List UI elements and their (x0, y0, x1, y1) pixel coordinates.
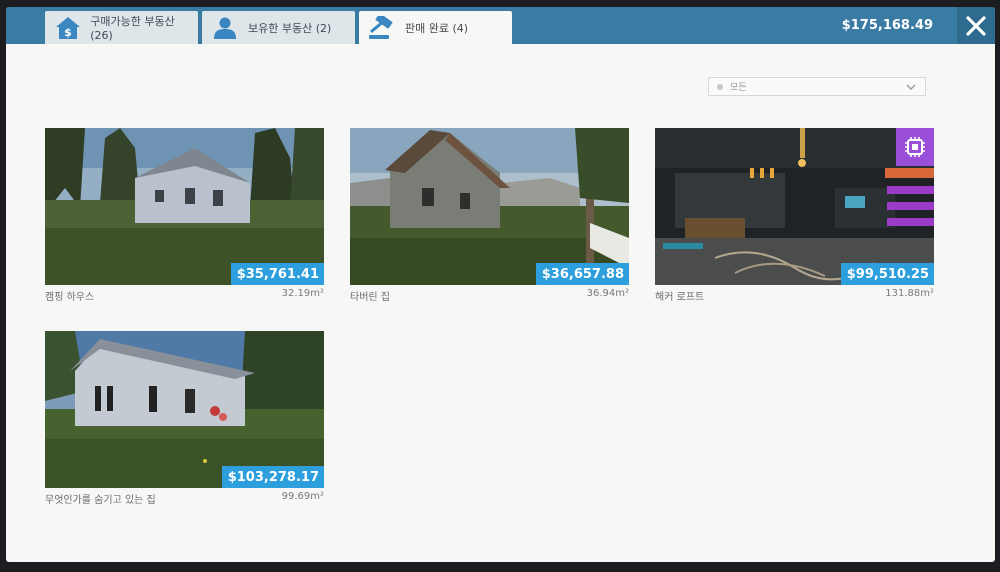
top-bar: $ 구매가능한 부동산 (26) 보유한 부동산 (2) 판매 완료 (4) $… (6, 7, 995, 44)
sales-window: $ 구매가능한 부동산 (26) 보유한 부동산 (2) 판매 완료 (4) $… (6, 7, 995, 562)
balance-display: $175,168.49 (841, 18, 933, 33)
house-dollar-icon: $ (53, 15, 82, 41)
tab-label: 구매가능한 부동산 (26) (90, 15, 175, 42)
gavel-icon (367, 15, 397, 41)
property-name: 해커 로프트 (655, 292, 705, 303)
property-thumbnail: $99,510.25 (655, 128, 934, 285)
property-name: 무엇인가를 숨기고 있는 집 (45, 495, 156, 506)
property-area: 36.94m² (586, 288, 629, 299)
tab-label: 보유한 부동산 (2) (248, 21, 332, 35)
tab-available-properties[interactable]: $ 구매가능한 부동산 (26) (45, 11, 198, 44)
property-thumbnail: $36,657.88 (350, 128, 629, 285)
price-tag: $35,761.41 (230, 263, 324, 285)
user-icon (210, 15, 240, 41)
chevron-down-icon (906, 84, 916, 90)
dot-icon (717, 83, 723, 90)
property-thumbnail: $35,761.41 (45, 128, 324, 285)
tab-sold[interactable]: 판매 완료 (4) (359, 11, 512, 44)
property-area: 99.69m² (281, 491, 324, 502)
property-name: 타버린 집 (350, 292, 390, 303)
property-card[interactable]: $103,278.17 무엇인가를 숨기고 있는 집 99.69m² (45, 331, 324, 506)
svg-text:$: $ (64, 26, 72, 39)
tab-label: 판매 완료 (4) (405, 21, 469, 35)
chip-badge (896, 128, 934, 166)
property-area: 131.88m² (885, 288, 934, 299)
property-card[interactable]: $36,657.88 타버린 집 36.94m² (350, 128, 629, 303)
property-name: 캠핑 하우스 (45, 292, 95, 303)
filter-selected: 모든 (730, 83, 747, 93)
price-tag: $103,278.17 (221, 466, 324, 488)
property-area: 32.19m² (281, 288, 324, 299)
property-card[interactable]: $35,761.41 캠핑 하우스 32.19m² (45, 128, 324, 303)
close-button[interactable] (957, 7, 995, 44)
price-tag: $99,510.25 (840, 263, 934, 285)
price-tag: $36,657.88 (535, 263, 629, 285)
property-card[interactable]: $99,510.25 해커 로프트 131.88m² (655, 128, 934, 303)
tab-owned-properties[interactable]: 보유한 부동산 (2) (202, 11, 355, 44)
filter-dropdown[interactable]: 모든 (708, 77, 926, 96)
close-icon (966, 15, 986, 36)
chip-icon (905, 137, 925, 157)
property-thumbnail: $103,278.17 (45, 331, 324, 488)
